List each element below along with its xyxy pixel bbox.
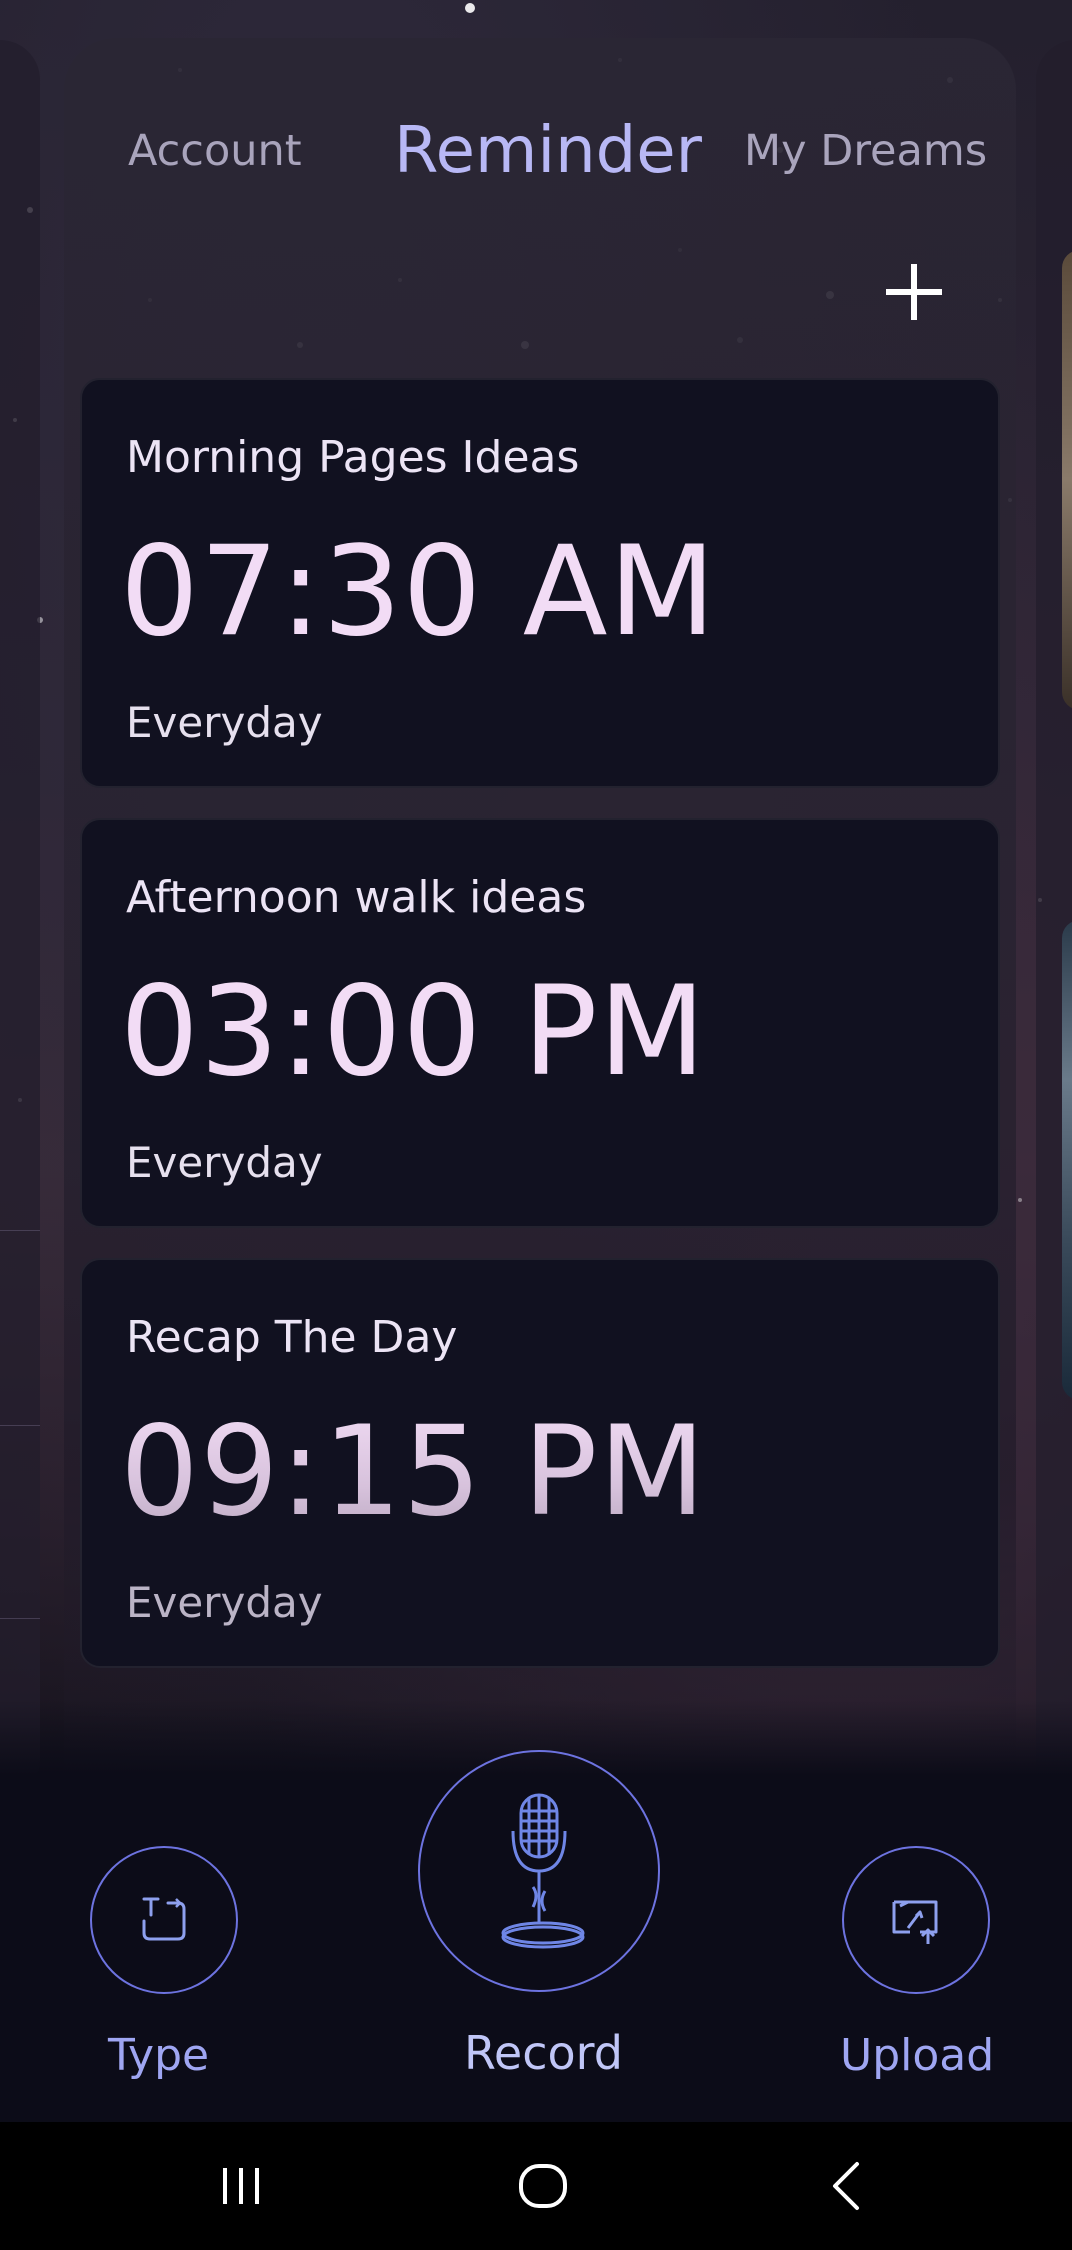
back-icon	[833, 2162, 859, 2210]
type-label: Type	[108, 2030, 210, 2081]
record-button[interactable]	[418, 1750, 660, 1992]
reminder-card[interactable]: Recap The Day 09:15 PM Everyday	[80, 1258, 1000, 1668]
microphone-icon	[501, 1793, 585, 1949]
system-navigation-bar	[0, 2122, 1072, 2250]
next-card-peek	[1036, 40, 1072, 1800]
reminder-title: Afternoon walk ideas	[126, 872, 587, 923]
reminder-title: Morning Pages Ideas	[126, 432, 580, 483]
tab-reminder[interactable]: Reminder	[394, 114, 702, 188]
reminder-card[interactable]: Morning Pages Ideas 07:30 AM Everyday	[80, 378, 1000, 788]
reminder-repeat: Everyday	[126, 1578, 323, 1627]
recents-button[interactable]	[196, 2150, 286, 2222]
reminder-time: 09:15 PM	[120, 1400, 707, 1544]
reminder-repeat: Everyday	[126, 1138, 323, 1187]
reminder-time: 03:00 PM	[120, 960, 707, 1104]
previous-card-peek	[0, 40, 40, 1800]
reminder-repeat: Everyday	[126, 698, 323, 747]
type-button[interactable]	[90, 1846, 238, 1994]
home-button[interactable]	[498, 2150, 588, 2222]
reminder-card[interactable]: Afternoon walk ideas 03:00 PM Everyday	[80, 818, 1000, 1228]
add-reminder-button[interactable]	[880, 258, 948, 326]
upload-button[interactable]	[842, 1846, 990, 1994]
text-cursor-icon	[142, 1897, 186, 1941]
recents-icon	[223, 2168, 259, 2204]
reminder-title: Recap The Day	[126, 1312, 458, 1363]
upload-label: Upload	[840, 2030, 995, 2081]
home-icon	[519, 2164, 567, 2208]
plus-icon	[886, 264, 942, 320]
tab-account[interactable]: Account	[128, 126, 302, 176]
back-button[interactable]	[802, 2150, 892, 2222]
tab-my-dreams[interactable]: My Dreams	[744, 126, 987, 176]
upload-file-icon	[892, 1900, 938, 1944]
reminder-time: 07:30 AM	[120, 520, 717, 664]
record-label: Record	[464, 2026, 623, 2080]
